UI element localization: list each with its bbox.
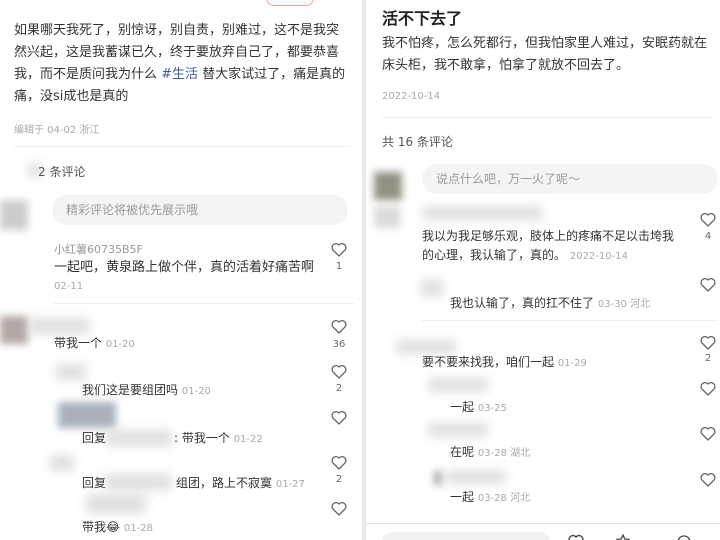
left-screenshot-panel: 如果哪天我死了，别惊讶，别自责，别难过，这不是我突然兴起，这是我蓄谋已久，终于要…	[0, 0, 362, 540]
like-heart-icon[interactable]	[331, 364, 347, 379]
username-blurred	[446, 470, 506, 484]
reply-date: 03-28 河北	[477, 493, 531, 504]
comment-search-input[interactable]: 说点什么吧，万一火了呢～	[422, 164, 718, 194]
comment-bubble-icon[interactable]	[676, 534, 692, 540]
like-heart-icon[interactable]	[331, 242, 347, 257]
bottom-bar-divider	[366, 523, 720, 524]
username-blurred	[30, 318, 90, 334]
reply-avatar-blurred	[50, 455, 74, 471]
reply-text-row: 回复	[82, 429, 106, 446]
username-blurred	[422, 206, 542, 220]
comment-text-row: 要不要来找我，咱们一起 01-29	[422, 353, 587, 370]
comment-date: 02-11	[54, 281, 84, 292]
reply-text-row: 我们这是要组团吗 01-20	[82, 381, 211, 398]
reply-text-row-2: 组团，路上不寂寞 01-27	[176, 474, 305, 491]
post-date: 2022-10-14	[382, 91, 441, 102]
reply-date: 01-28	[123, 523, 153, 534]
right-screenshot-panel: 活不下去了 我不怕疼，怎么死都行，但我怕家里人难过，安眠药就在床头柜，我不敢拿，…	[366, 0, 720, 540]
comment-count: 2 条评论	[38, 165, 86, 179]
like-heart-icon[interactable]	[700, 212, 716, 227]
reply-text-row: 一起 03-25	[450, 398, 507, 415]
post-hashtag[interactable]: #生活	[161, 67, 198, 82]
comment-search-input[interactable]: 精彩评论将被优先展示哦	[52, 195, 348, 225]
reply-avatar-blurred	[434, 471, 442, 485]
like-count: 36	[332, 339, 346, 350]
reply-text-row: 带我😂 01-28	[82, 518, 153, 535]
user-avatar-blurred	[0, 200, 28, 230]
like-heart-icon[interactable]	[568, 534, 584, 540]
reply-text: 组团，路上不寂寞	[176, 476, 273, 490]
follow-button[interactable]	[266, 0, 314, 6]
like-count: 4	[704, 231, 712, 242]
divider	[382, 117, 712, 118]
reply-text: 回复	[82, 431, 107, 445]
divider	[14, 146, 350, 147]
like-heart-icon[interactable]	[331, 319, 347, 334]
reply-avatar-blurred	[58, 402, 116, 428]
comment-text: 要不要来找我，咱们一起	[422, 355, 555, 369]
reply-text: 一起	[450, 490, 475, 504]
post-body: 如果哪天我死了，别惊讶，别自责，别难过，这不是我突然兴起，这是我蓄谋已久，终于要…	[14, 20, 350, 108]
reply-text: 一起	[450, 400, 475, 414]
like-heart-icon[interactable]	[700, 472, 716, 487]
user-avatar-blurred	[374, 206, 400, 228]
username-blurred	[106, 430, 172, 446]
like-count: 2	[335, 383, 343, 394]
comment-text: 我以为我足够乐观，肢体上的疼痛不足以击垮我的心理，我认输了，真的。	[422, 229, 675, 262]
like-heart-icon[interactable]	[700, 381, 716, 396]
comment-text: 带我一个	[54, 336, 103, 350]
reply-text: 我也认输了，真的扛不住了	[450, 296, 595, 310]
user-avatar-blurred	[374, 172, 402, 200]
reply-text: 在呢	[450, 445, 475, 459]
reply-date: 01-27	[275, 479, 305, 490]
reply-text-row: 回复	[82, 474, 106, 491]
reply-text: 我们这是要组团吗	[82, 383, 179, 397]
comment-date: 2022-10-14	[569, 251, 628, 262]
user-avatar-blurred	[0, 316, 28, 344]
like-count: 2	[335, 474, 343, 485]
reply-date: 03-30 河北	[597, 299, 651, 310]
like-heart-icon[interactable]	[700, 277, 716, 292]
reply-text-row: 我也认输了，真的扛不住了 03-30 河北	[450, 294, 650, 311]
reply-avatar-blurred	[420, 280, 444, 296]
like-count: 2	[704, 353, 712, 364]
reply-date: 03-25	[477, 403, 507, 414]
reply-date: 01-20	[181, 386, 211, 397]
reply-text: 回复	[82, 476, 107, 490]
like-heart-icon[interactable]	[700, 426, 716, 441]
divider	[422, 320, 718, 321]
reply-avatar-blurred	[56, 364, 86, 380]
reply-text-row: 在呢 03-28 湖北	[450, 443, 530, 460]
edited-info: 编辑于 04-02 浙江	[14, 125, 100, 136]
comment-text-row: 我以为我足够乐观，肢体上的疼痛不足以击垮我的心理，我认输了，真的。 2022-1…	[422, 227, 682, 266]
reply-date: 03-28 湖北	[477, 448, 531, 459]
reply-text-row: 一起 03-28 河北	[450, 488, 530, 505]
reply-text: 带我	[82, 520, 107, 534]
post-title: 活不下去了	[382, 9, 463, 28]
bottom-comment-input[interactable]	[382, 532, 550, 540]
comment-date: 01-20	[105, 339, 135, 350]
comment-text-row: 带我一个 01-20	[54, 334, 135, 351]
post-body: 我不怕疼，怎么死都行，但我怕家里人难过，安眠药就在床头柜，我不敢拿，怕拿了就放不…	[382, 36, 708, 73]
comment-text: 一起吧，黄泉路上做个伴，真的活着好痛苦啊	[54, 260, 315, 275]
reply-text-row-2: : 带我一个 01-22	[174, 429, 263, 446]
like-heart-icon[interactable]	[331, 455, 347, 470]
username-blurred	[428, 378, 488, 392]
username-blurred	[428, 423, 488, 437]
reply-text: : 带我一个	[174, 431, 230, 445]
comment-date: 01-29	[557, 358, 587, 369]
like-heart-icon[interactable]	[700, 335, 716, 350]
reply-avatar-blurred	[86, 494, 146, 514]
username-blurred	[104, 474, 172, 490]
like-count: 1	[335, 261, 343, 272]
like-heart-icon[interactable]	[331, 501, 347, 516]
comment-username[interactable]: 小红薯60735B5F	[54, 241, 143, 257]
laugh-emoji-icon: 😂	[106, 520, 121, 534]
comment-count: 共 16 条评论	[382, 135, 453, 149]
divider	[54, 303, 354, 304]
star-icon[interactable]	[615, 533, 631, 540]
reply-date: 01-22	[233, 434, 263, 445]
username-blurred	[396, 340, 456, 354]
like-heart-icon[interactable]	[331, 410, 347, 425]
